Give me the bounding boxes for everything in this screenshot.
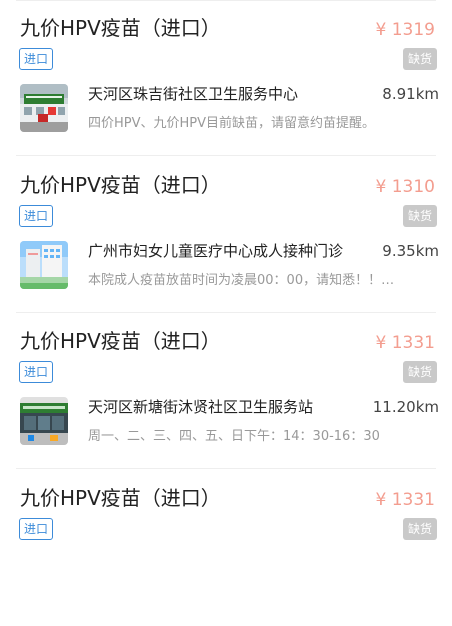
distance-label: 11.20km bbox=[372, 398, 439, 416]
site-notice: 本院成人疫苗放苗时间为凌晨00：00，请知悉！！… bbox=[88, 273, 395, 288]
hospital-photo-icon bbox=[20, 241, 68, 289]
clinic-photo-icon bbox=[20, 397, 68, 445]
import-tag: 进口 bbox=[19, 48, 53, 70]
stock-status-badge: 缺货 bbox=[403, 361, 437, 383]
price-label: ¥ 1310 bbox=[375, 177, 435, 197]
vaccine-name: 九价HPV疫苗（进口） bbox=[20, 329, 221, 353]
stock-status-badge: 缺货 bbox=[403, 48, 437, 70]
vaccine-card[interactable]: 九价HPV疫苗（进口） ¥ 1310 进口 缺货 广州市妇女儿童医疗中心成人接种… bbox=[0, 157, 452, 313]
distance-label: 8.91km bbox=[382, 85, 439, 103]
site-name: 广州市妇女儿童医疗中心成人接种门诊 bbox=[88, 242, 344, 260]
vaccine-card[interactable]: 九价HPV疫苗（进口） ¥ 1331 进口 缺货 天河区新塘街沐贤社区卫生服务站… bbox=[0, 313, 452, 469]
price-label: ¥ 1331 bbox=[375, 333, 435, 353]
site-name: 天河区新塘街沐贤社区卫生服务站 bbox=[88, 398, 314, 416]
distance-label: 9.35km bbox=[382, 242, 439, 260]
price-label: ¥ 1331 bbox=[375, 490, 435, 510]
import-tag: 进口 bbox=[19, 205, 53, 227]
stock-status-badge: 缺货 bbox=[403, 205, 437, 227]
vaccine-card[interactable]: 九价HPV疫苗（进口） ¥ 1331 进口 缺货 bbox=[0, 470, 452, 626]
stock-status-badge: 缺货 bbox=[403, 518, 437, 540]
site-notice: 四价HPV、九价HPV目前缺苗，请留意约苗提醒。 bbox=[88, 116, 376, 131]
clinic-photo-icon bbox=[20, 84, 68, 132]
divider bbox=[16, 468, 436, 469]
vaccine-name: 九价HPV疫苗（进口） bbox=[20, 486, 221, 510]
import-tag: 进口 bbox=[19, 361, 53, 383]
divider bbox=[16, 155, 436, 156]
price-label: ¥ 1319 bbox=[375, 20, 435, 40]
vaccine-name: 九价HPV疫苗（进口） bbox=[20, 173, 221, 197]
vaccine-list: 九价HPV疫苗（进口） ¥ 1319 进口 缺货 天河区珠吉街社区卫生服务中心 … bbox=[0, 0, 452, 551]
import-tag: 进口 bbox=[19, 518, 53, 540]
site-notice: 周一、二、三、四、五、日下午：14：30-16：30 bbox=[88, 429, 380, 444]
vaccine-card[interactable]: 九价HPV疫苗（进口） ¥ 1319 进口 缺货 天河区珠吉街社区卫生服务中心 … bbox=[0, 0, 452, 156]
vaccine-name: 九价HPV疫苗（进口） bbox=[20, 16, 221, 40]
site-name: 天河区珠吉街社区卫生服务中心 bbox=[88, 85, 299, 103]
